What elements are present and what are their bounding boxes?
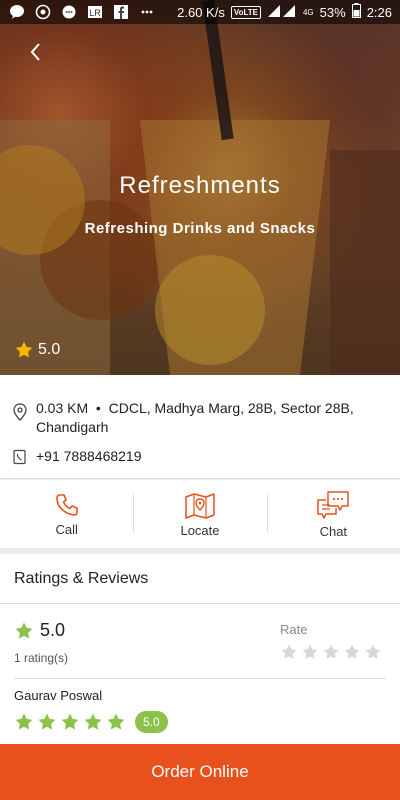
- call-label: Call: [55, 521, 78, 537]
- hero-rating: 5.0: [14, 340, 60, 360]
- network-type: 4G: [302, 7, 314, 17]
- svg-text:LR: LR: [89, 8, 101, 18]
- map-icon: [185, 492, 215, 519]
- ratings-heading: Ratings & Reviews: [0, 554, 400, 604]
- hero-rating-value: 5.0: [38, 341, 61, 358]
- order-online-label: Order Online: [151, 762, 249, 781]
- messenger-icon: [8, 3, 26, 21]
- phone-icon: [13, 449, 26, 465]
- address-line2: Chandigarh: [36, 419, 109, 435]
- address-row[interactable]: 0.03 KM • CDCL, Madhya Marg, 28B, Sector…: [12, 399, 354, 437]
- chevron-left-icon: [30, 43, 40, 61]
- ratings-section: Ratings & Reviews 5.0 1 rating(s) Rate G…: [0, 554, 400, 744]
- lr-icon: LR: [86, 3, 104, 21]
- rate-star-2-icon[interactable]: [301, 643, 319, 661]
- more-icon: [138, 3, 156, 21]
- phone-row[interactable]: +91 7888468219: [12, 447, 142, 466]
- battery-icon: [351, 3, 361, 21]
- rate-star-5-icon[interactable]: [364, 643, 382, 661]
- rating-score: 5.0: [40, 620, 66, 640]
- locate-label: Locate: [180, 522, 220, 538]
- rate-star-4-icon[interactable]: [343, 643, 361, 661]
- phone-handset-icon: [55, 493, 78, 516]
- network-speed: 2.60 K/s: [177, 4, 225, 20]
- rate-label: Rate: [280, 622, 308, 637]
- chat-bubbles-icon: [317, 490, 350, 519]
- review-item: Gaurav Poswal 5.0: [14, 688, 168, 733]
- rate-star-1-icon[interactable]: [280, 643, 298, 661]
- whatsapp-icon: [34, 3, 52, 21]
- rating-count: 1 rating(s): [14, 651, 69, 665]
- call-button[interactable]: Call: [0, 480, 133, 548]
- star-icon: [15, 713, 33, 730]
- battery-percent: 53%: [319, 4, 346, 20]
- chat-icon: [60, 3, 78, 21]
- reviewer-name: Gaurav Poswal: [14, 688, 103, 703]
- rate-widget: Rate: [280, 622, 384, 661]
- distance: 0.03 KM: [36, 400, 89, 416]
- clock: 2:26: [366, 4, 392, 20]
- rate-star-3-icon[interactable]: [322, 643, 340, 661]
- star-icon: [84, 713, 102, 730]
- rating-summary: 5.0 1 rating(s): [14, 620, 68, 665]
- locate-button[interactable]: Locate: [133, 480, 266, 548]
- facebook-icon: [112, 3, 130, 21]
- star-icon: [107, 713, 125, 730]
- bullet-separator: •: [92, 400, 109, 416]
- star-icon: [15, 341, 33, 358]
- address-line1: CDCL, Madhya Marg, 28B, Sector 28B,: [108, 400, 354, 416]
- divider: [14, 678, 386, 679]
- order-online-button[interactable]: Order Online: [0, 744, 400, 800]
- rate-stars: [280, 643, 384, 661]
- status-bar: LR 2.60 K/s VoLTE 4G 53% 2:26: [0, 0, 400, 24]
- back-button[interactable]: [22, 38, 50, 66]
- star-icon: [61, 713, 79, 730]
- info-card: 0.03 KM • CDCL, Madhya Marg, 28B, Sector…: [0, 375, 400, 479]
- signal-icon: [267, 4, 297, 21]
- volte-badge: VoLTE: [230, 5, 261, 19]
- review-stars: 5.0: [14, 711, 168, 733]
- page-title: Refreshments: [119, 172, 281, 199]
- phone-number: +91 7888468219: [36, 448, 142, 464]
- review-score-badge: 5.0: [135, 711, 168, 733]
- hero-banner: Refreshments Refreshing Drinks and Snack…: [0, 0, 400, 375]
- chat-button[interactable]: Chat: [266, 480, 400, 548]
- location-pin-icon: [13, 403, 27, 421]
- action-bar: Call Locate Chat: [0, 480, 400, 548]
- chat-label: Chat: [319, 523, 348, 539]
- star-icon: [38, 713, 56, 730]
- page-subtitle: Refreshing Drinks and Snacks: [84, 220, 316, 237]
- star-icon: [15, 622, 33, 638]
